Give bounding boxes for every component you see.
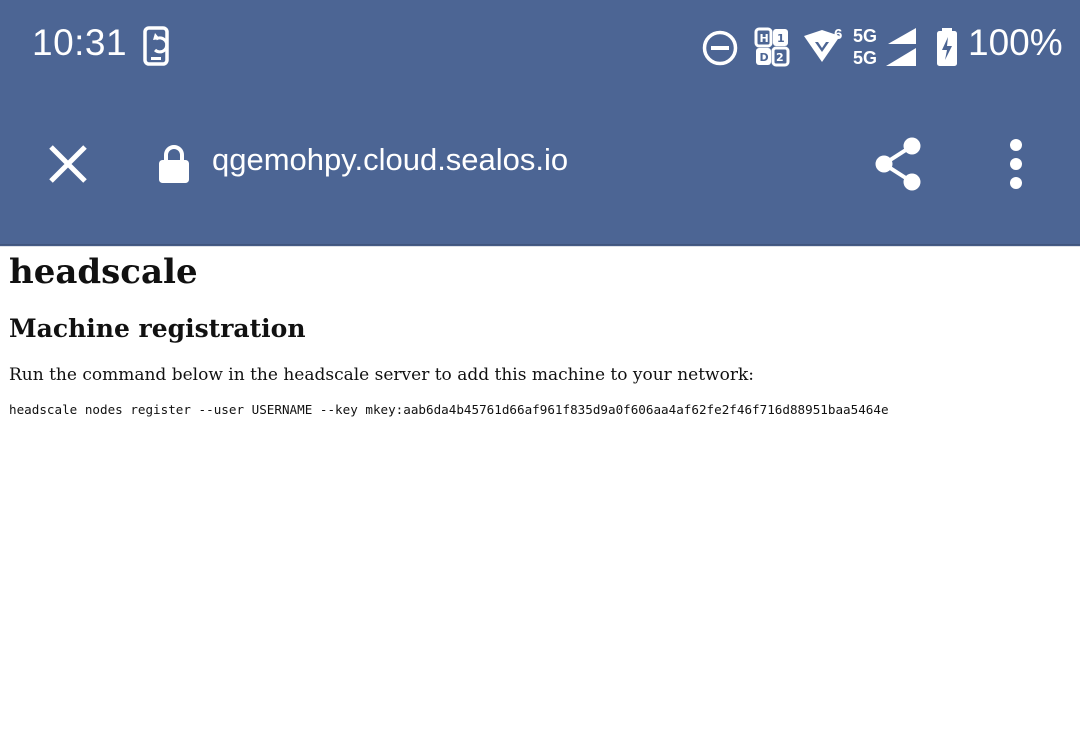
- instruction-text: Run the command below in the headscale s…: [9, 365, 754, 385]
- share-icon: [872, 136, 924, 197]
- browser-chrome: 10:31 H 1 D 2 6 5G 5G 100% qgemohpy.clou…: [0, 0, 1080, 246]
- signal-icon: [884, 26, 918, 73]
- toolbar-shadow: [0, 244, 1080, 247]
- close-icon: [48, 144, 88, 189]
- wifi-badge: 6: [834, 26, 843, 43]
- status-time: 10:31: [32, 22, 128, 63]
- svg-text:1: 1: [777, 32, 785, 45]
- section-heading: Machine registration: [9, 314, 306, 343]
- svg-text:H: H: [760, 32, 769, 45]
- hd-volte-icon: H 1 D 2: [754, 27, 790, 72]
- network-type-primary: 5G: [853, 26, 878, 46]
- svg-text:D: D: [760, 51, 769, 64]
- battery-charging-icon: [935, 26, 959, 73]
- close-button[interactable]: [40, 138, 96, 194]
- svg-text:2: 2: [776, 51, 784, 64]
- share-button[interactable]: [868, 136, 928, 196]
- more-vert-icon: [1008, 138, 1024, 194]
- more-options-button[interactable]: [994, 136, 1038, 196]
- lock-icon[interactable]: [158, 144, 190, 189]
- page-title: headscale: [9, 252, 198, 292]
- page-content: headscale Machine registration Run the c…: [9, 248, 1071, 418]
- register-command[interactable]: headscale nodes register --user USERNAME…: [9, 402, 1071, 418]
- battery-percent: 100%: [968, 22, 1063, 63]
- screen-rotate-icon: [142, 26, 178, 73]
- url-bar[interactable]: qgemohpy.cloud.sealos.io: [212, 142, 568, 178]
- do-not-disturb-icon: [701, 29, 739, 72]
- network-type-secondary: 5G: [853, 48, 878, 68]
